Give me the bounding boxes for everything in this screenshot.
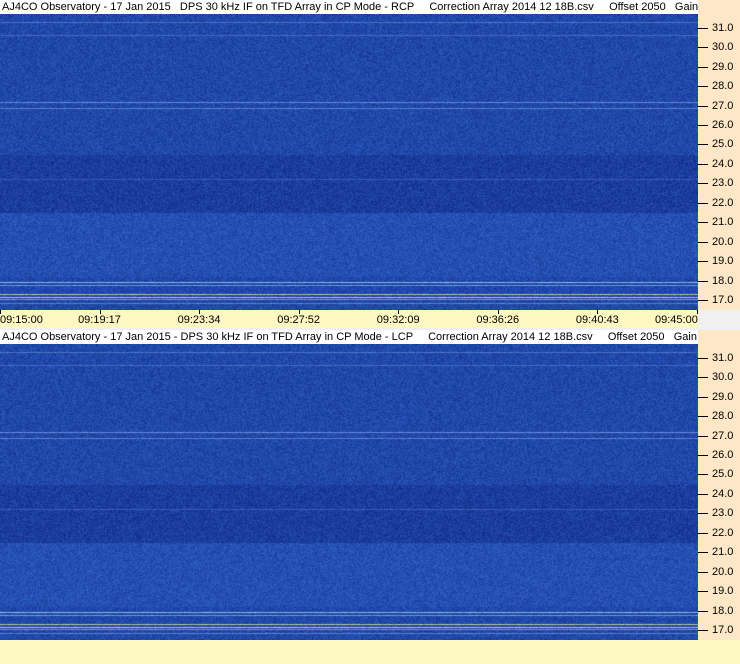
- y-tick-mark: [698, 163, 708, 165]
- lcp-y-axis: 31.0 30.0 29.0 28.0 27.0 26.0 25.0 24.0 23.0 22.0…: [698, 330, 740, 640]
- y-tick-mark: [698, 513, 708, 515]
- y-tick-mark: [698, 493, 708, 495]
- y-tick-mark: [698, 144, 708, 146]
- y-tick-mark: [698, 571, 708, 573]
- y-tick-mark: [698, 105, 708, 107]
- x-tick-label: 09:23:34: [177, 314, 221, 326]
- x-tick-label: 09:19:17: [78, 314, 121, 326]
- y-tick-mark: [698, 435, 708, 437]
- lcp-spectrogram: [0, 344, 698, 640]
- y-tick-label: 24.0: [712, 157, 734, 170]
- y-tick-mark: [698, 280, 708, 282]
- y-tick-mark: [698, 86, 708, 88]
- y-tick-label: 23.0: [712, 507, 734, 520]
- y-tick-mark: [698, 396, 708, 398]
- y-tick-label: 25.0: [712, 138, 734, 151]
- lcp-title: AJ4CO Observatory - 17 Jan 2015 - DPS 30…: [0, 330, 700, 344]
- y-tick-label: 31.0: [712, 21, 734, 34]
- y-tick-mark: [698, 66, 708, 68]
- lcp-spectrogram-canvas: [0, 344, 698, 640]
- y-tick-label: 29.0: [712, 390, 734, 403]
- y-tick-mark: [698, 222, 708, 224]
- rcp-panel: AJ4CO Observatory - 17 Jan 2015 DPS 30 k…: [0, 0, 740, 330]
- y-tick-mark: [698, 357, 708, 359]
- y-tick-label: 18.0: [712, 604, 734, 617]
- y-tick-label: 26.0: [712, 449, 734, 461]
- y-tick-label: 21.0: [712, 546, 734, 559]
- y-tick-label: 18.0: [712, 274, 734, 287]
- y-tick-mark: [698, 300, 708, 302]
- y-tick-mark: [698, 241, 708, 243]
- y-tick-mark: [698, 202, 708, 204]
- y-tick-label: 20.0: [712, 565, 734, 578]
- x-tick-label: 09:36:26: [476, 314, 520, 326]
- y-tick-label: 27.0: [712, 429, 734, 442]
- y-tick-label: 25.0: [712, 468, 734, 481]
- y-tick-mark: [698, 27, 708, 29]
- y-tick-mark: [698, 455, 708, 456]
- y-tick-label: 29.0: [712, 60, 734, 73]
- y-tick-mark: [698, 125, 708, 126]
- y-tick-label: 24.0: [712, 487, 734, 500]
- x-tick-label: 09:27:52: [277, 314, 321, 326]
- x-tick-label: 09:32:09: [376, 314, 420, 326]
- y-tick-mark: [698, 261, 708, 263]
- y-tick-mark: [698, 630, 708, 632]
- y-tick-mark: [698, 183, 708, 185]
- y-tick-label: 21.0: [712, 216, 734, 229]
- y-tick-label: 19.0: [712, 255, 734, 268]
- x-tick-label: 09:15:00: [0, 314, 43, 326]
- y-tick-label: 31.0: [712, 351, 734, 364]
- rcp-y-axis: 31.0 30.0 29.0 28.0 27.0 26.0 25.0 24.0 23.0 22.0…: [698, 0, 740, 310]
- y-tick-label: 22.0: [712, 196, 734, 209]
- y-tick-label: 23.0: [712, 177, 734, 190]
- y-tick-mark: [698, 416, 708, 418]
- y-tick-label: 17.0: [712, 294, 734, 307]
- y-tick-label: 19.0: [712, 585, 734, 598]
- y-tick-label: 22.0: [712, 526, 734, 539]
- rcp-title: AJ4CO Observatory - 17 Jan 2015 DPS 30 k…: [0, 0, 700, 14]
- y-tick-mark: [698, 552, 708, 554]
- rcp-x-axis: 09:15:00 09:19:17 09:23:34 09:27:52 09:32:09…: [0, 310, 698, 328]
- y-tick-mark: [698, 474, 708, 476]
- y-tick-mark: [698, 610, 708, 612]
- rcp-spectrogram-canvas: [0, 14, 698, 310]
- y-tick-mark: [698, 47, 708, 49]
- y-tick-label: 30.0: [712, 41, 734, 54]
- y-tick-label: 30.0: [712, 371, 734, 384]
- y-tick-label: 20.0: [712, 235, 734, 248]
- lcp-x-axis: [0, 640, 740, 664]
- y-tick-label: 28.0: [712, 80, 734, 93]
- rcp-spectrogram: [0, 14, 698, 310]
- y-tick-label: 28.0: [712, 410, 734, 423]
- lcp-panel: AJ4CO Observatory - 17 Jan 2015 - DPS 30…: [0, 330, 740, 640]
- y-tick-mark: [698, 377, 708, 379]
- y-tick-label: 17.0: [712, 624, 734, 637]
- y-tick-mark: [698, 591, 708, 593]
- x-tick-label: 09:45:00: [655, 314, 698, 326]
- y-tick-mark: [698, 532, 708, 534]
- y-tick-label: 26.0: [712, 119, 734, 131]
- x-tick-label: 09:40:43: [575, 314, 619, 326]
- y-tick-label: 27.0: [712, 99, 734, 112]
